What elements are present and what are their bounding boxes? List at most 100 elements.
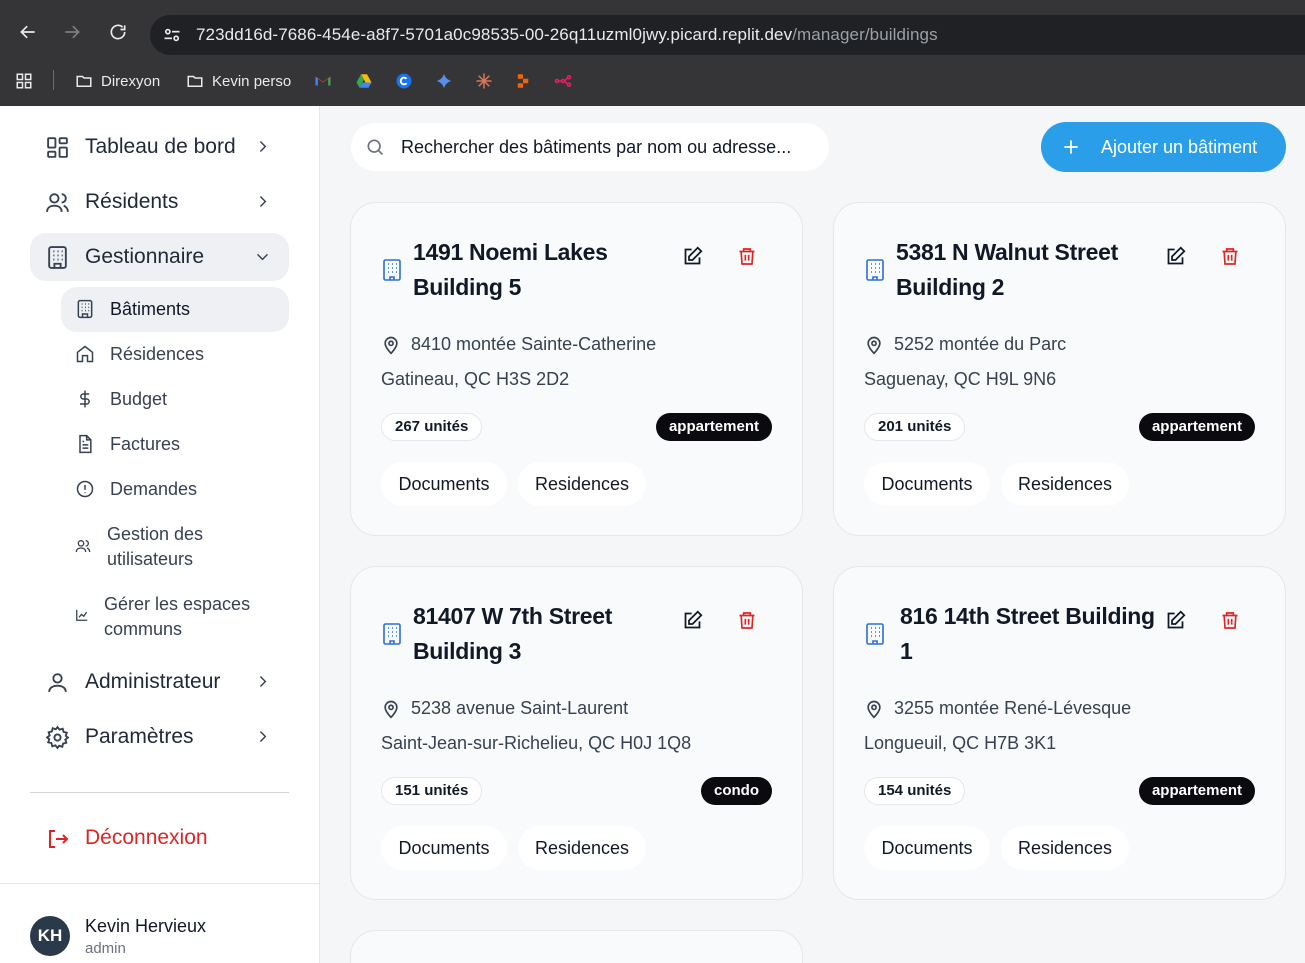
user-role: admin (85, 940, 126, 957)
sidebar-item-residents[interactable]: Résidents (30, 178, 289, 226)
building-type-badge: appartement (1138, 777, 1255, 805)
documents-button[interactable]: Documents (381, 826, 507, 870)
residences-button[interactable]: Residences (518, 462, 646, 506)
logout-button[interactable]: Déconnexion (30, 816, 289, 860)
building-card: 81407 W 7th Street Building 3 5238 avenu… (350, 566, 803, 900)
bookmark-folder-kevin-perso[interactable]: Kevin perso (186, 70, 291, 92)
bookmarks-divider (53, 70, 54, 90)
building-city: Longueuil, QC H7B 3K1 (864, 733, 1057, 753)
building-title: 816 14th Street Building 1 (900, 603, 1155, 664)
c-app-icon[interactable] (395, 70, 413, 92)
search-input[interactable] (401, 133, 821, 161)
building-icon (383, 623, 401, 645)
residences-button[interactable]: Residences (518, 826, 646, 870)
sidebar-subitem-label: Factures (110, 434, 181, 454)
users-icon (46, 193, 69, 212)
url-text: 723dd16d-7686-454e-a8f7-5701a0c98535-00-… (196, 25, 938, 44)
user-divider (0, 883, 320, 884)
building-type-badge: appartement (655, 413, 772, 441)
building-icon (866, 623, 884, 645)
sidebar-subitem-label: Budget (110, 389, 168, 409)
sidebar: Tableau de bord Résidents Gestionnaire B… (0, 106, 320, 963)
trash-icon[interactable] (1220, 610, 1240, 631)
sidebar-item-admin[interactable]: Administrateur (30, 658, 289, 706)
folder-icon (76, 75, 92, 87)
search-icon (367, 139, 384, 156)
building-title: 1491 Noemi Lakes Building 5 (413, 239, 608, 300)
sidebar-subitem-common-spaces[interactable]: Gérer les espaces communs (61, 588, 289, 644)
back-icon[interactable] (16, 20, 40, 44)
building-card: 5381 N Walnut Street Building 2 5252 mon… (833, 202, 1286, 536)
workflow-icon[interactable] (554, 70, 572, 92)
gemini-icon[interactable] (435, 70, 453, 92)
documents-button[interactable]: Documents (864, 826, 990, 870)
home-icon (76, 345, 94, 363)
map-pin-icon (384, 336, 398, 355)
bookmark-folder-direxyon[interactable]: Direxyon (75, 70, 160, 92)
sidebar-subitem-budget[interactable]: Budget (61, 377, 289, 422)
logout-label: Déconnexion (85, 826, 208, 849)
sidebar-subitem-label: Demandes (110, 479, 198, 499)
chevron-right-icon (259, 141, 267, 152)
sidebar-item-manager[interactable]: Gestionnaire (30, 233, 289, 281)
plus-icon (1064, 140, 1078, 154)
sidebar-item-label: Paramètres (85, 725, 194, 748)
gear-icon (45, 725, 70, 750)
units-badge: 154 unités (864, 777, 966, 805)
building-card (350, 930, 803, 963)
address-bar[interactable]: 723dd16d-7686-454e-a8f7-5701a0c98535-00-… (150, 15, 1305, 55)
replit-icon[interactable] (514, 70, 532, 92)
residences-button[interactable]: Residences (1001, 462, 1129, 506)
sidebar-item-label: Tableau de bord (85, 135, 236, 158)
map-pin-icon (867, 336, 881, 355)
building-icon (866, 259, 884, 281)
edit-icon[interactable] (682, 246, 703, 267)
building-icon (383, 259, 401, 281)
sidebar-subitem-invoices[interactable]: Factures (61, 422, 289, 467)
trash-icon[interactable] (1220, 246, 1240, 267)
trash-icon[interactable] (737, 246, 757, 267)
map-pin-icon (867, 700, 881, 719)
browser-chrome: 723dd16d-7686-454e-a8f7-5701a0c98535-00-… (0, 0, 1305, 106)
sidebar-subitem-label: Bâtiments (110, 299, 191, 319)
sidebar-item-settings[interactable]: Paramètres (30, 713, 289, 761)
units-badge: 151 unités (381, 777, 483, 805)
building-icon (48, 246, 67, 269)
documents-button[interactable]: Documents (864, 462, 990, 506)
chevron-down-icon (257, 253, 268, 261)
site-settings-icon[interactable] (162, 25, 182, 45)
search-bar (351, 123, 829, 171)
building-address: 3255 montée René-Lévesque (894, 698, 1132, 718)
documents-button[interactable]: Documents (381, 462, 507, 506)
claude-icon[interactable] (475, 70, 493, 92)
edit-icon[interactable] (1165, 610, 1186, 631)
forward-icon[interactable] (60, 20, 84, 44)
apps-icon[interactable] (15, 70, 33, 92)
sidebar-item-dashboard[interactable]: Tableau de bord (30, 123, 289, 171)
add-building-button[interactable]: Ajouter un bâtiment (1041, 122, 1286, 172)
building-address: 8410 montée Sainte-Catherine (411, 334, 657, 354)
dashboard-icon (47, 137, 68, 158)
sidebar-subitem-buildings[interactable]: Bâtiments (61, 287, 289, 332)
folder-icon (187, 75, 203, 87)
building-card: 1491 Noemi Lakes Building 5 8410 montée … (350, 202, 803, 536)
edit-icon[interactable] (682, 610, 703, 631)
sidebar-subitem-user-management[interactable]: Gestion des utilisateurs (61, 518, 289, 574)
gmail-icon[interactable] (314, 70, 332, 92)
avatar[interactable]: KH (30, 916, 70, 956)
edit-icon[interactable] (1165, 246, 1186, 267)
sidebar-subitem-requests[interactable]: Demandes (61, 467, 289, 512)
sidebar-subitem-residences[interactable]: Résidences (61, 332, 289, 377)
building-city: Gatineau, QC H3S 2D2 (381, 369, 570, 389)
reload-icon[interactable] (106, 20, 130, 44)
sidebar-subitem-label: Gérer les espaces communs (104, 594, 251, 639)
building-address: 5252 montée du Parc (894, 334, 1067, 354)
trash-icon[interactable] (737, 610, 757, 631)
sidebar-subitem-label: Résidences (110, 344, 205, 364)
browser-toolbar: 723dd16d-7686-454e-a8f7-5701a0c98535-00-… (0, 0, 1305, 64)
map-pin-icon (384, 700, 398, 719)
google-drive-icon[interactable] (355, 70, 373, 92)
residences-button[interactable]: Residences (1001, 826, 1129, 870)
building-title: 5381 N Walnut Street Building 2 (896, 239, 1118, 300)
user-icon (48, 673, 67, 692)
